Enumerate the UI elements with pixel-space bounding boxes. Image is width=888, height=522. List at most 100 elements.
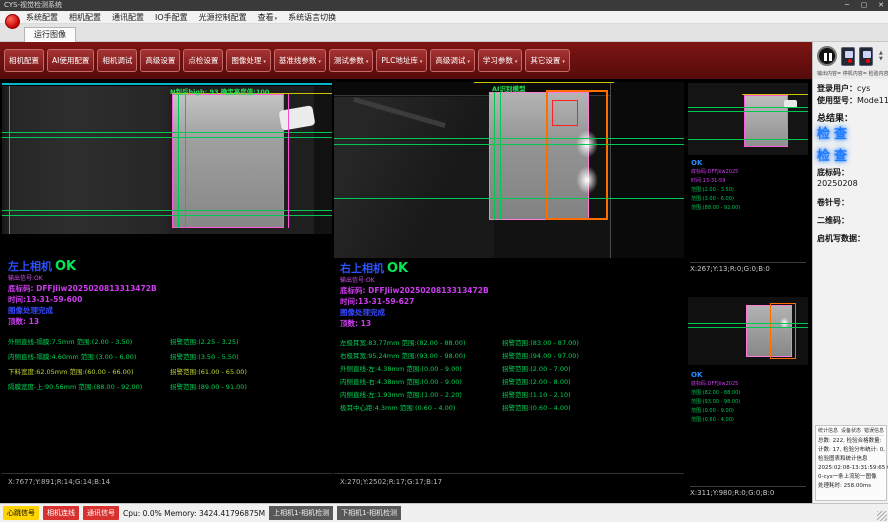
measurement-row: 下料宽度:62.05mm 范围:(60.00 - 66.00)拐警范围:(61.… [8,363,328,378]
toolbar-button-other-settings[interactable]: 其它设置▾ [525,49,570,72]
toolbar-button-spot-check[interactable]: 点检设置 [183,49,223,72]
main-view: N判后high: 93 确定高度值:100 左上相机OK 输出信号:OK 底标码… [0,79,812,503]
toolbar-button-advanced-settings[interactable]: 高级设置 [140,49,180,72]
menu-bar: 系统配置 相机配置 通讯配置 IO手配置 光源控制配置 查看▾ 系统语言切换 [0,11,888,24]
camera-left-barcode: 底标码: DFFJiiw2025020813313472B [8,283,328,294]
title-bar: CYS-视觉检测系统 ─ ▢ ✕ [0,0,888,11]
total-result-value-2: 检查 [817,145,851,164]
toolbar-button-baseline-params[interactable]: 基准线参数▾ [274,49,326,72]
camera-link-indicator: 相机连线 [43,506,79,520]
divider [334,473,684,474]
toolbar-button-camera-debug[interactable]: 相机调试 [97,49,137,72]
tab-run-image[interactable]: 运行图像 [24,27,76,42]
camera-left-image[interactable]: N判后high: 93 确定高度值:100 [2,86,332,234]
machinery-region [334,97,494,258]
tab-device-status[interactable]: 设备状态 [841,427,861,434]
preview-bottom-image[interactable] [688,297,808,365]
roll-needle-label: 卷针号： [817,197,849,208]
camera-monitor-button-1[interactable] [841,47,855,66]
tab-error-info[interactable]: 错误信息 [864,427,884,434]
barcode-value: 20250208 [817,179,858,188]
scroll-down-icon[interactable]: ▼ [879,56,883,62]
menu-item-light-config[interactable]: 光源控制配置 [199,12,247,23]
preview-line: 范围:(0.00 - 9.00) [691,407,740,416]
cyan-guide-line [2,83,332,85]
green-guide-line [688,111,808,112]
tab-row: 运行图像 [0,24,888,42]
menu-item-comm-config[interactable]: 通讯配置 [112,12,144,23]
camera-mid-panel: AI识别模型 右上相机OK 输出信号:OK 底标码: DFFJiiw202502… [334,79,684,501]
preview-top-ok: OK [691,159,740,168]
tab-stats-info[interactable]: 统计信息 [818,427,838,434]
camera-left-overlay-text: N判后high: 93 确定高度值:100 [170,86,269,96]
comm-signal-indicator: 通讯信号 [83,506,119,520]
toolbar-button-image-processing[interactable]: 图像处理▾ [226,49,271,72]
camera-mid-ok-status: OK [387,261,408,276]
camera-mid-process-status: 图像处理完成 [340,307,680,318]
toolbar-button-camera-config[interactable]: 相机配置 [4,49,44,72]
machine-edge [9,86,10,234]
camera-left-coordinates: X:7677;Y:891;R:14;G:14;B:14 [8,478,110,486]
menu-item-language-switch[interactable]: 系统语言切换 [288,12,336,23]
login-user-value: cys [857,84,870,93]
connector-blob [279,105,316,131]
preview-bottom-ok: OK [691,371,740,380]
preview-line: 底标码:DFFJiiw2025 [691,168,740,177]
camera-mid-barcode: 底标码: DFFJiiw2025020813313472B [340,285,680,296]
stats-line: 检验图表和统计信息 [818,455,884,464]
resize-grip[interactable] [877,511,887,521]
measurement-row: 内侧直线-右:4.38mm 范围:(0.00 - 9.00)拐警范围:(2.00… [340,374,680,387]
preview-top-coordinates: X:267;Y:13;R:0;G:0;B:0 [690,262,806,273]
chevron-down-icon: ▾ [467,59,470,65]
toolbar-button-plc-address[interactable]: PLC地址库▾ [376,49,427,72]
preview-line: 范围:(2.00 - 3.50) [691,186,740,195]
toolbar-button-learning-params[interactable]: 学习参数▾ [478,49,523,72]
dark-right-region [314,86,332,234]
stats-line: 总数: 222, 检验合格数量: [818,437,884,446]
battery-region [172,94,284,228]
upper-camera-status-chip: 上相机1-相机检测 [269,506,333,520]
green-guide-line [2,210,332,211]
toolbar-button-test-params[interactable]: 测试参数▾ [329,49,374,72]
pause-button[interactable] [817,46,837,66]
total-result-value-1: 检查 [817,123,851,142]
camera-left-result-row: 左上相机OK [8,255,328,274]
green-guide-line [688,107,808,108]
camera-mid-time: 时间:13-31-59-627 [340,296,680,307]
menu-item-io-config[interactable]: IO手配置 [155,12,188,23]
cpu-memory-text: Cpu: 0.0% Memory: 3424.41796875M [123,509,265,518]
preview-top-panel: OK 底标码:DFFJiiw2025 时间:13-31-59 范围:(2.00 … [686,81,810,277]
measurement-row: 内侧直线-左:1.93mm 范围:(1.00 - 2.20)拐警范围:(1.10… [340,387,680,400]
camera-monitor-button-2[interactable] [859,47,873,66]
preview-line: 时间:13-31-59 [691,177,740,186]
bright-blob [576,166,598,194]
preview-bottom-panel: OK 底标码:DFFJiiw2025 范围:(82.00 - 88.00) 范围… [686,281,810,501]
toolbar-button-advanced-debug[interactable]: 高级调试▾ [430,49,475,72]
measurement-row: 外侧直线-左:4.38mm 范围:(0.00 - 9.00)拐警范围:(2.00… [340,361,680,374]
green-guide-line [688,327,808,328]
camera-mid-overlay-text: AI识别模型 [492,83,525,93]
chevron-down-icon: ▾ [515,59,518,65]
close-button[interactable]: ✕ [876,0,886,11]
camera-mid-image[interactable]: AI识别模型 [334,82,684,258]
camera-left-signal: 输出信号:OK [8,274,328,283]
login-user-label: 登录用户： [817,84,857,93]
camera-left-ok-status: OK [55,259,76,274]
preview-line: 范围:(82.00 - 88.00) [691,389,740,398]
green-guide-line [688,323,808,324]
toolbar-button-ai-use-config[interactable]: AI使用配置 [47,49,94,72]
orange-roi-box [770,303,796,359]
menu-item-camera-config[interactable]: 相机配置 [69,12,101,23]
minimize-button[interactable]: ─ [842,0,852,11]
menu-item-view[interactable]: 查看▾ [258,12,278,23]
green-guide-line [334,198,684,199]
preview-top-image[interactable] [688,83,808,155]
run-control-panel: ▲ ▼ 输出内容= 停机内容= 检验内容= [812,42,888,79]
stats-panel: 统计信息 设备状态 错误信息 总数: 222, 检验合格数量: 计数: 17, … [815,425,887,501]
menu-item-system-config[interactable]: 系统配置 [26,12,58,23]
measurement-row: 极耳中心距:4.3mm 范围:(0.60 - 4.00)拐警范围:(0.60 -… [340,400,680,413]
status-bar: 心跳信号 相机连线 通讯信号 Cpu: 0.0% Memory: 3424.41… [0,503,888,522]
camera-left-time: 时间:13-31-59-600 [8,294,328,305]
maximize-button[interactable]: ▢ [859,0,869,11]
qr-code-label: 二维码： [817,215,849,226]
